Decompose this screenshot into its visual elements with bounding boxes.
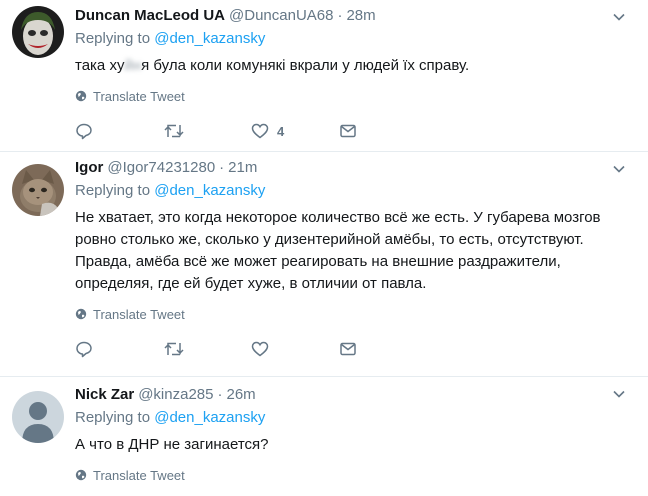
translate-label: Translate Tweet <box>93 88 185 104</box>
translate-tweet-link[interactable]: Translate Tweet <box>75 306 636 322</box>
reply-button[interactable] <box>75 340 163 358</box>
tweet[interactable]: Igor @Igor74231280 · 21m Replying to @de… <box>0 152 648 377</box>
separator-dot: · <box>217 386 223 403</box>
retweet-icon <box>164 124 184 138</box>
default-avatar-icon <box>12 391 64 443</box>
translate-label: Translate Tweet <box>93 306 185 322</box>
globe-icon <box>75 308 87 320</box>
heart-icon <box>251 341 269 357</box>
author-name[interactable]: Duncan MacLeod UA <box>75 6 225 26</box>
tweet-text: Не хватает, это когда некоторое количест… <box>75 209 601 292</box>
avatar[interactable] <box>12 164 64 216</box>
tweet-actions <box>75 339 636 359</box>
author-name[interactable]: Igor <box>75 158 103 178</box>
direct-message-button[interactable] <box>339 122 427 140</box>
cat-avatar-icon <box>12 164 64 216</box>
translate-label: Translate Tweet <box>93 467 185 483</box>
retweet-button[interactable] <box>163 340 251 358</box>
chevron-down-icon[interactable] <box>612 387 626 401</box>
avatar[interactable] <box>12 391 64 443</box>
tweet-text-start: така ху <box>75 57 125 74</box>
censored-text: йн <box>124 57 142 74</box>
envelope-icon <box>340 124 356 138</box>
avatar[interactable] <box>12 6 64 58</box>
replying-to-label: Replying to <box>75 409 151 426</box>
like-count: 4 <box>277 123 285 139</box>
reply-icon <box>76 123 92 140</box>
timestamp[interactable]: 28m <box>346 6 375 26</box>
replies-feed: Duncan MacLeod UA @DuncanUA68 · 28m Repl… <box>0 0 648 496</box>
globe-icon <box>75 90 87 102</box>
joker-avatar-icon <box>12 6 64 58</box>
mention-link[interactable]: @den_kazansky <box>154 182 265 199</box>
mention-link[interactable]: @den_kazansky <box>154 30 265 47</box>
chevron-down-icon[interactable] <box>612 162 626 176</box>
envelope-icon <box>340 342 356 356</box>
replying-to-label: Replying to <box>75 182 151 199</box>
timestamp[interactable]: 21m <box>228 158 257 178</box>
replying-to: Replying to @den_kazansky <box>75 29 636 49</box>
globe-icon <box>75 469 87 481</box>
separator-dot: · <box>219 159 225 176</box>
replying-to: Replying to @den_kazansky <box>75 408 636 428</box>
tweet-text: А что в ДНР не загинается? <box>75 436 269 453</box>
timestamp[interactable]: 26m <box>226 385 255 405</box>
mention-link[interactable]: @den_kazansky <box>154 409 265 426</box>
chevron-down-icon[interactable] <box>612 10 626 24</box>
separator-dot: · <box>337 7 343 24</box>
replying-to-label: Replying to <box>75 30 151 47</box>
author-handle[interactable]: @Igor74231280 <box>107 158 215 178</box>
like-button[interactable]: 4 <box>251 122 339 140</box>
tweet-actions: 4 <box>75 121 636 141</box>
author-handle[interactable]: @DuncanUA68 <box>229 6 333 26</box>
author-name[interactable]: Nick Zar <box>75 385 134 405</box>
author-handle[interactable]: @kinza285 <box>138 385 213 405</box>
heart-icon <box>251 123 269 139</box>
tweet-text: така хуйня була коли комунякі вкрали у л… <box>75 55 636 77</box>
retweet-button[interactable] <box>163 122 251 140</box>
translate-tweet-link[interactable]: Translate Tweet <box>75 88 636 104</box>
tweet-text-end: я була коли комунякі вкрали у людей їх с… <box>141 57 470 74</box>
reply-icon <box>76 341 92 358</box>
replying-to: Replying to @den_kazansky <box>75 181 636 201</box>
direct-message-button[interactable] <box>339 340 427 358</box>
retweet-icon <box>164 342 184 356</box>
like-button[interactable] <box>251 340 339 358</box>
tweet[interactable]: Nick Zar @kinza285 · 26m Replying to @de… <box>0 377 648 496</box>
translate-tweet-link[interactable]: Translate Tweet <box>75 467 636 483</box>
tweet[interactable]: Duncan MacLeod UA @DuncanUA68 · 28m Repl… <box>0 0 648 152</box>
reply-button[interactable] <box>75 122 163 140</box>
